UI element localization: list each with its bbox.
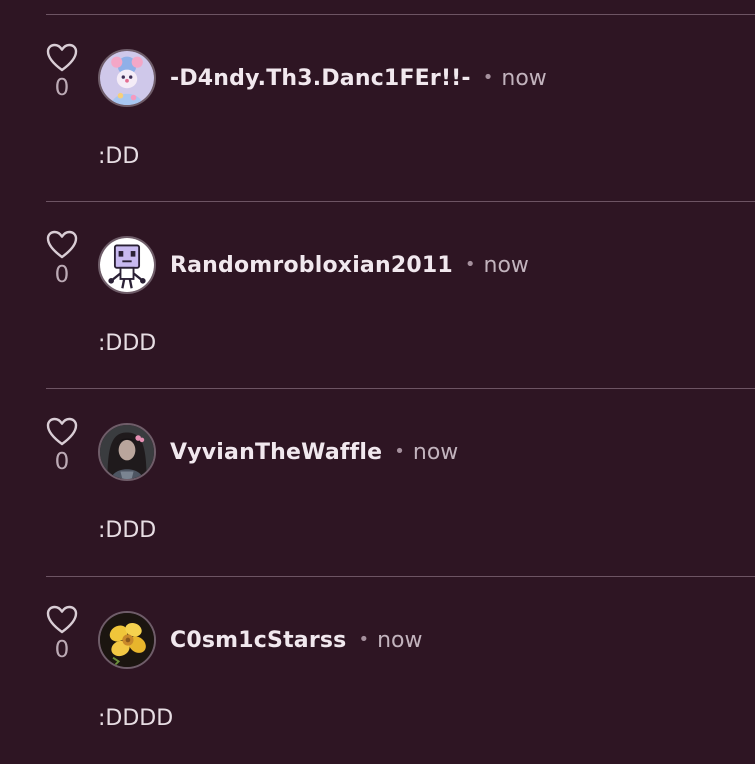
separator-dot: • xyxy=(464,254,476,275)
timestamp: now xyxy=(483,253,529,278)
like-count: 0 xyxy=(54,262,70,288)
like-count: 0 xyxy=(54,449,70,475)
comment-header: VyvianTheWaffle • now xyxy=(170,438,458,468)
comment-header: C0sm1cStarss • now xyxy=(170,626,423,656)
heart-icon[interactable] xyxy=(46,230,78,259)
pastel-clown-avatar[interactable] xyxy=(98,49,156,107)
comment-text: :DDD xyxy=(98,331,157,356)
heart-icon[interactable] xyxy=(46,43,78,72)
box-robot-avatar[interactable] xyxy=(98,236,156,294)
username-link[interactable]: C0sm1cStarss xyxy=(170,628,346,653)
like-count: 0 xyxy=(54,637,70,663)
separator-dot: • xyxy=(358,629,370,650)
comment-text: :DDDD xyxy=(98,706,174,731)
heart-icon[interactable] xyxy=(46,605,78,634)
like-control[interactable]: 0 xyxy=(46,417,78,474)
username-link[interactable]: -D4ndy.Th3.Danc1FEr!!- xyxy=(170,66,471,91)
timestamp: now xyxy=(501,66,547,91)
comment-item: 0 Randomrobloxian2011 • now :DDD xyxy=(46,201,755,389)
like-control[interactable]: 0 xyxy=(46,43,78,100)
comment-item: 0 VyvianTheWaffle • now :DDD xyxy=(46,388,755,576)
comment-header: Randomrobloxian2011 • now xyxy=(170,251,529,281)
yellow-flower-avatar[interactable] xyxy=(98,611,156,669)
username-link[interactable]: VyvianTheWaffle xyxy=(170,440,382,465)
like-control[interactable]: 0 xyxy=(46,605,78,662)
comment-text: :DDD xyxy=(98,518,157,543)
separator-dot: • xyxy=(394,441,405,462)
comment-item: 0 -D4ndy.Th3.Danc1FEr!!- • now :DD xyxy=(46,14,755,202)
timestamp: now xyxy=(377,628,423,653)
username-link[interactable]: Randomrobloxian2011 xyxy=(170,253,453,278)
like-count: 0 xyxy=(54,75,70,101)
heart-icon[interactable] xyxy=(46,417,78,446)
comment-text: :DD xyxy=(98,144,140,169)
dark-hair-person-avatar[interactable] xyxy=(98,423,156,481)
timestamp: now xyxy=(412,440,459,465)
comment-item: 0 C0sm1cStarss • now :DDDD xyxy=(46,576,755,764)
separator-dot: • xyxy=(482,67,494,88)
like-control[interactable]: 0 xyxy=(46,230,78,287)
comment-header: -D4ndy.Th3.Danc1FEr!!- • now xyxy=(170,64,547,94)
